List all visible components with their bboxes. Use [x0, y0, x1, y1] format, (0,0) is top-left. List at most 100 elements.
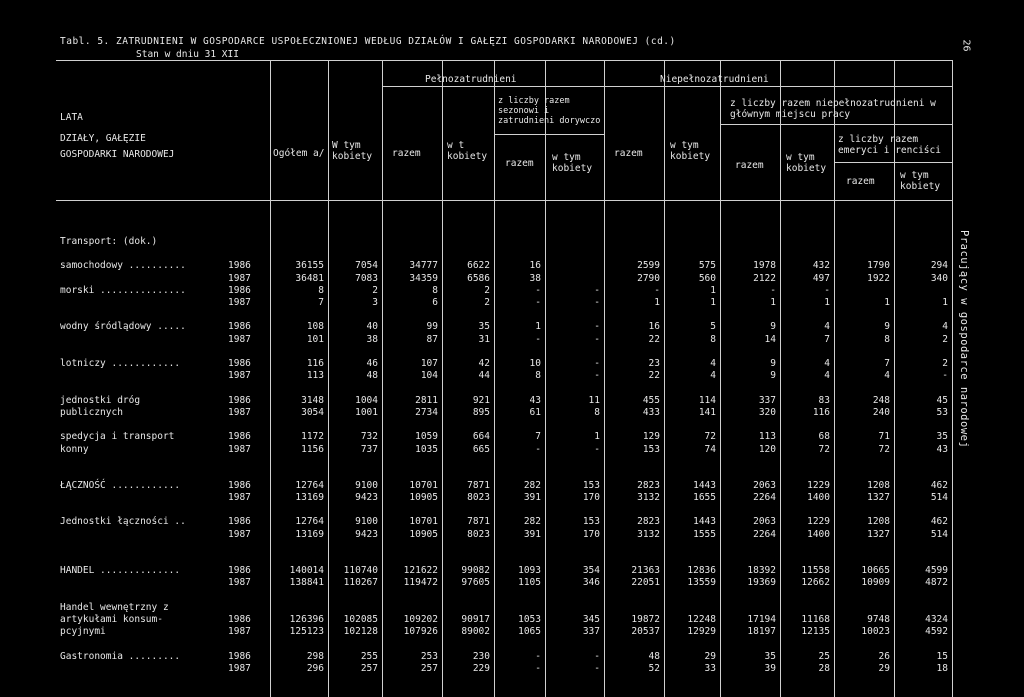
col-w-t-kobiety: w t kobiety — [447, 140, 488, 162]
row-year: 1987 — [228, 272, 251, 284]
col-razem-gm: razem — [735, 160, 764, 171]
table-cell: 116 — [812, 406, 830, 418]
table-cell — [894, 236, 952, 248]
table-cell: 48 — [648, 650, 660, 662]
table-cell: 229 — [472, 662, 490, 674]
table-cell: 255 — [360, 650, 378, 662]
table-cell: 99082 — [461, 565, 490, 577]
table-cell: 737 — [360, 443, 378, 455]
table-cell: 11558 — [801, 565, 830, 577]
table-cell: - — [594, 321, 600, 333]
table-cell: 52 — [648, 662, 660, 674]
table-cell: 1156 — [301, 443, 324, 455]
table-cell: 6622 — [467, 260, 490, 272]
table-cell: 16 — [529, 260, 541, 272]
table-cell — [834, 285, 894, 297]
table-cell: 18197 — [747, 626, 776, 638]
table-cell: 1400 — [807, 492, 830, 504]
table-cell: 110267 — [343, 577, 378, 589]
row-label: Transport: (dok.) — [60, 236, 158, 247]
table-cell: 2790 — [637, 272, 660, 284]
table-cell: 337 — [758, 394, 776, 406]
table-cell: 153 — [582, 479, 600, 491]
table-cell: 514 — [930, 528, 948, 540]
table-cell: - — [654, 284, 660, 296]
header-sub-rule — [834, 162, 952, 163]
table-cell: 109202 — [403, 613, 438, 625]
table-row: pcyjnymi 1987 125123 102128 107926 89002 1065 3… — [0, 626, 952, 638]
table-cell — [545, 236, 604, 248]
table-cell: 4 — [710, 370, 716, 382]
col-w-tym-gm: w tym kobiety — [786, 152, 827, 174]
table-cell: 2122 — [753, 272, 776, 284]
table-cell: 36481 — [295, 272, 324, 284]
col-razem: razem — [392, 148, 421, 159]
table-cell: 497 — [812, 272, 830, 284]
table-cell: 44 — [478, 370, 490, 382]
table-cell: 2264 — [753, 528, 776, 540]
row-label: spedycja i transport — [60, 431, 175, 443]
table-cell: 12248 — [687, 613, 716, 625]
table-row: Gastronomia ......... 1986 298 255 253 230 - - 4… — [0, 651, 952, 663]
table-cell: 2 — [942, 333, 948, 345]
table-cell: 1 — [654, 297, 660, 309]
table-cell: 1 — [535, 321, 541, 333]
row-label: Jednostki łączności .. — [60, 516, 186, 528]
table-cell: 4 — [824, 321, 830, 333]
row-year: 1987 — [228, 662, 251, 674]
table-cell — [270, 236, 328, 248]
table-cell: 4 — [824, 370, 830, 382]
row-label: pcyjnymi — [60, 626, 106, 638]
table-cell: 72 — [818, 443, 830, 455]
table-cell: 1172 — [301, 431, 324, 443]
table-cell: 1105 — [518, 577, 541, 589]
table-row: 1987 13169 9423 10905 8023 391 170 3132 1555 2264… — [0, 529, 952, 541]
table-cell: 1443 — [693, 479, 716, 491]
table-cell: - — [535, 662, 541, 674]
row-year: 1986 — [228, 431, 251, 443]
row-year: 1986 — [228, 321, 251, 333]
table-row: 1987 13169 9423 10905 8023 391 170 3132 1655 2264… — [0, 492, 952, 504]
table-cell: 12836 — [687, 565, 716, 577]
table-cell: 462 — [930, 479, 948, 491]
table-cell: 28 — [818, 662, 830, 674]
table-cell: 13559 — [687, 577, 716, 589]
stub-heading: LATA — [60, 112, 83, 123]
table-cell — [494, 236, 545, 248]
col-glowne-miejsce: z liczby razem niepełnozatrudnieni w głó… — [730, 98, 936, 120]
stub-heading: DZIAŁY, GAŁĘZIE — [60, 133, 146, 144]
table-cell: 119472 — [403, 577, 438, 589]
table-cell: 19369 — [747, 577, 776, 589]
table-cell: 83 — [818, 394, 830, 406]
table-cell — [834, 602, 894, 614]
table-cell: 2 — [484, 284, 490, 296]
table-cell: 282 — [523, 516, 541, 528]
table-cell: - — [594, 650, 600, 662]
table-cell: 7871 — [467, 516, 490, 528]
table-cell: 1053 — [518, 613, 541, 625]
table-cell: 732 — [360, 431, 378, 443]
row-label — [0, 663, 228, 675]
row-year: 1986 — [228, 565, 251, 577]
row-year: 1987 — [228, 297, 251, 309]
table-cell — [894, 602, 952, 614]
table-cell: 2 — [372, 284, 378, 296]
row-year: 1987 — [228, 528, 251, 540]
table-cell: 4872 — [925, 577, 948, 589]
table-cell: 345 — [582, 613, 600, 625]
table-cell: 257 — [360, 662, 378, 674]
table-cell: 12764 — [295, 516, 324, 528]
document-page: Tabl. 5. ZATRUDNIENI W GOSPODARCE USPOŁE… — [0, 0, 1024, 697]
table-cell: 68 — [818, 431, 830, 443]
spacer-row — [0, 309, 952, 321]
table-cell: 26 — [878, 650, 890, 662]
table-cell: 5 — [710, 321, 716, 333]
row-year: 1987 — [228, 333, 251, 345]
row-label: ŁĄCZNOŚĆ ............ — [60, 479, 181, 491]
table-cell: 12662 — [801, 577, 830, 589]
table-cell: - — [770, 284, 776, 296]
row-label — [0, 273, 228, 285]
table-cell: 22051 — [631, 577, 660, 589]
table-cell — [328, 602, 382, 614]
col-sezonowi: z liczby razem sezonowi i zatrudnieni do… — [498, 96, 601, 126]
